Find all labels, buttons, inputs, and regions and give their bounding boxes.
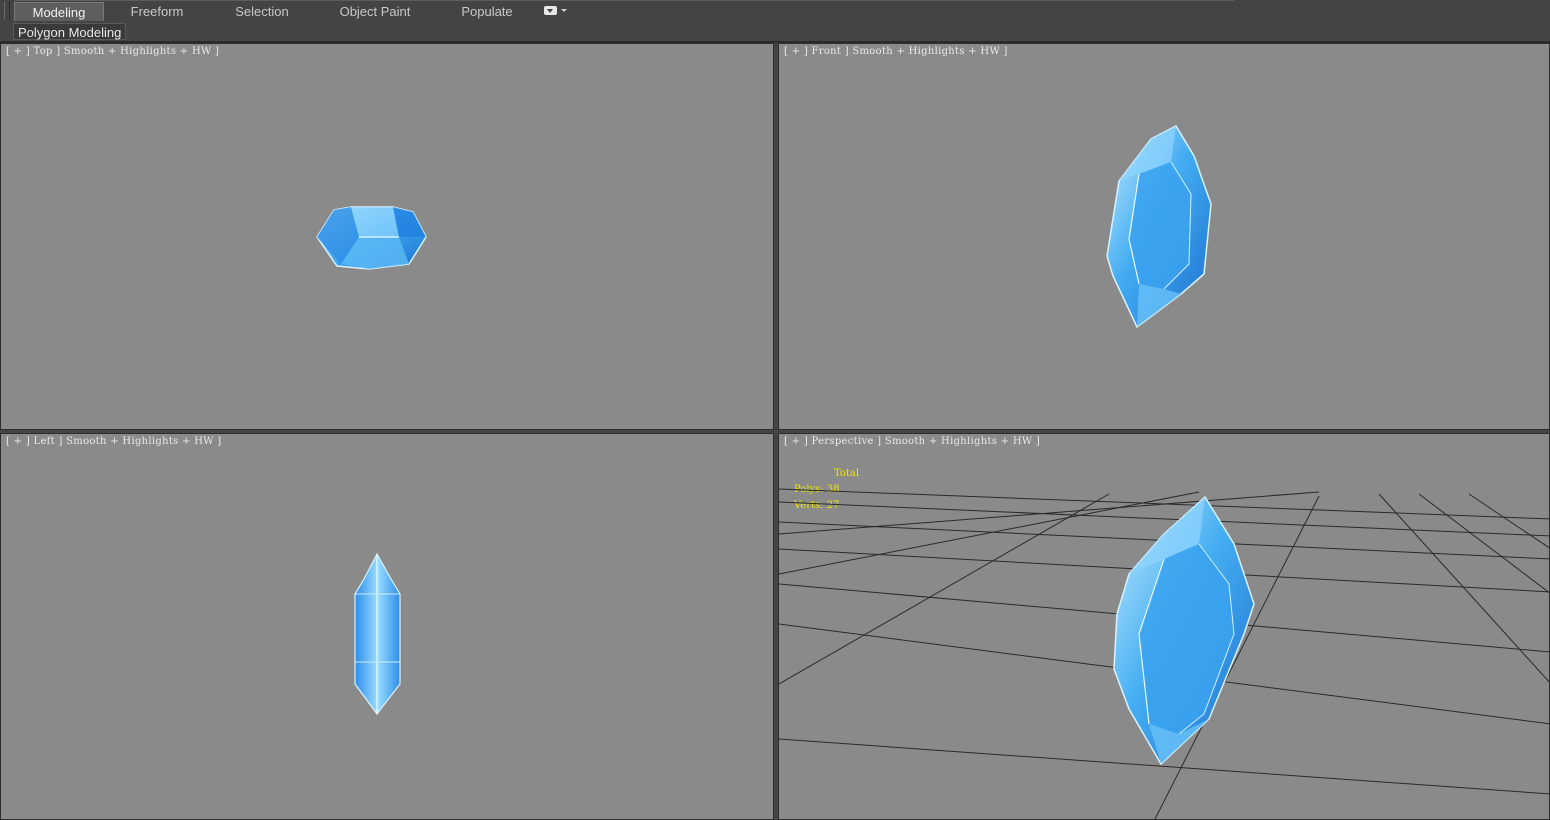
ribbon-tab-bar: Modeling Freeform Selection Object Paint…: [0, 0, 1550, 23]
tab-freeform[interactable]: Freeform: [112, 2, 202, 21]
ribbon-divider: [14, 0, 1234, 1]
chevron-down-icon: [561, 9, 567, 12]
crystal-left-view[interactable]: [1, 434, 774, 820]
panel-polygon-modeling[interactable]: Polygon Modeling: [13, 23, 127, 40]
viewport-perspective[interactable]: [ + ] Perspective ] Smooth + Highlights …: [778, 433, 1550, 820]
perspective-scene[interactable]: [779, 434, 1550, 820]
tab-modeling[interactable]: Modeling: [14, 2, 104, 21]
crystal-front-view[interactable]: [779, 44, 1550, 430]
viewport-front[interactable]: [ + ] Front ] Smooth + Highlights + HW ]: [778, 43, 1550, 430]
ribbon-options-box: [544, 6, 557, 15]
ribbon-grip-handle[interactable]: [4, 2, 10, 20]
ribbon-panel-row: Polygon Modeling: [0, 22, 1550, 43]
crystal-top-view[interactable]: [1, 44, 774, 430]
tab-selection[interactable]: Selection: [216, 2, 308, 21]
viewport-left[interactable]: [ + ] Left ] Smooth + Highlights + HW ]: [0, 433, 774, 820]
tab-populate[interactable]: Populate: [444, 2, 530, 21]
ribbon-options-icon[interactable]: [542, 5, 568, 17]
viewport-top[interactable]: [ + ] Top ] Smooth + Highlights + HW ]: [0, 43, 774, 430]
tab-object-paint[interactable]: Object Paint: [325, 2, 425, 21]
